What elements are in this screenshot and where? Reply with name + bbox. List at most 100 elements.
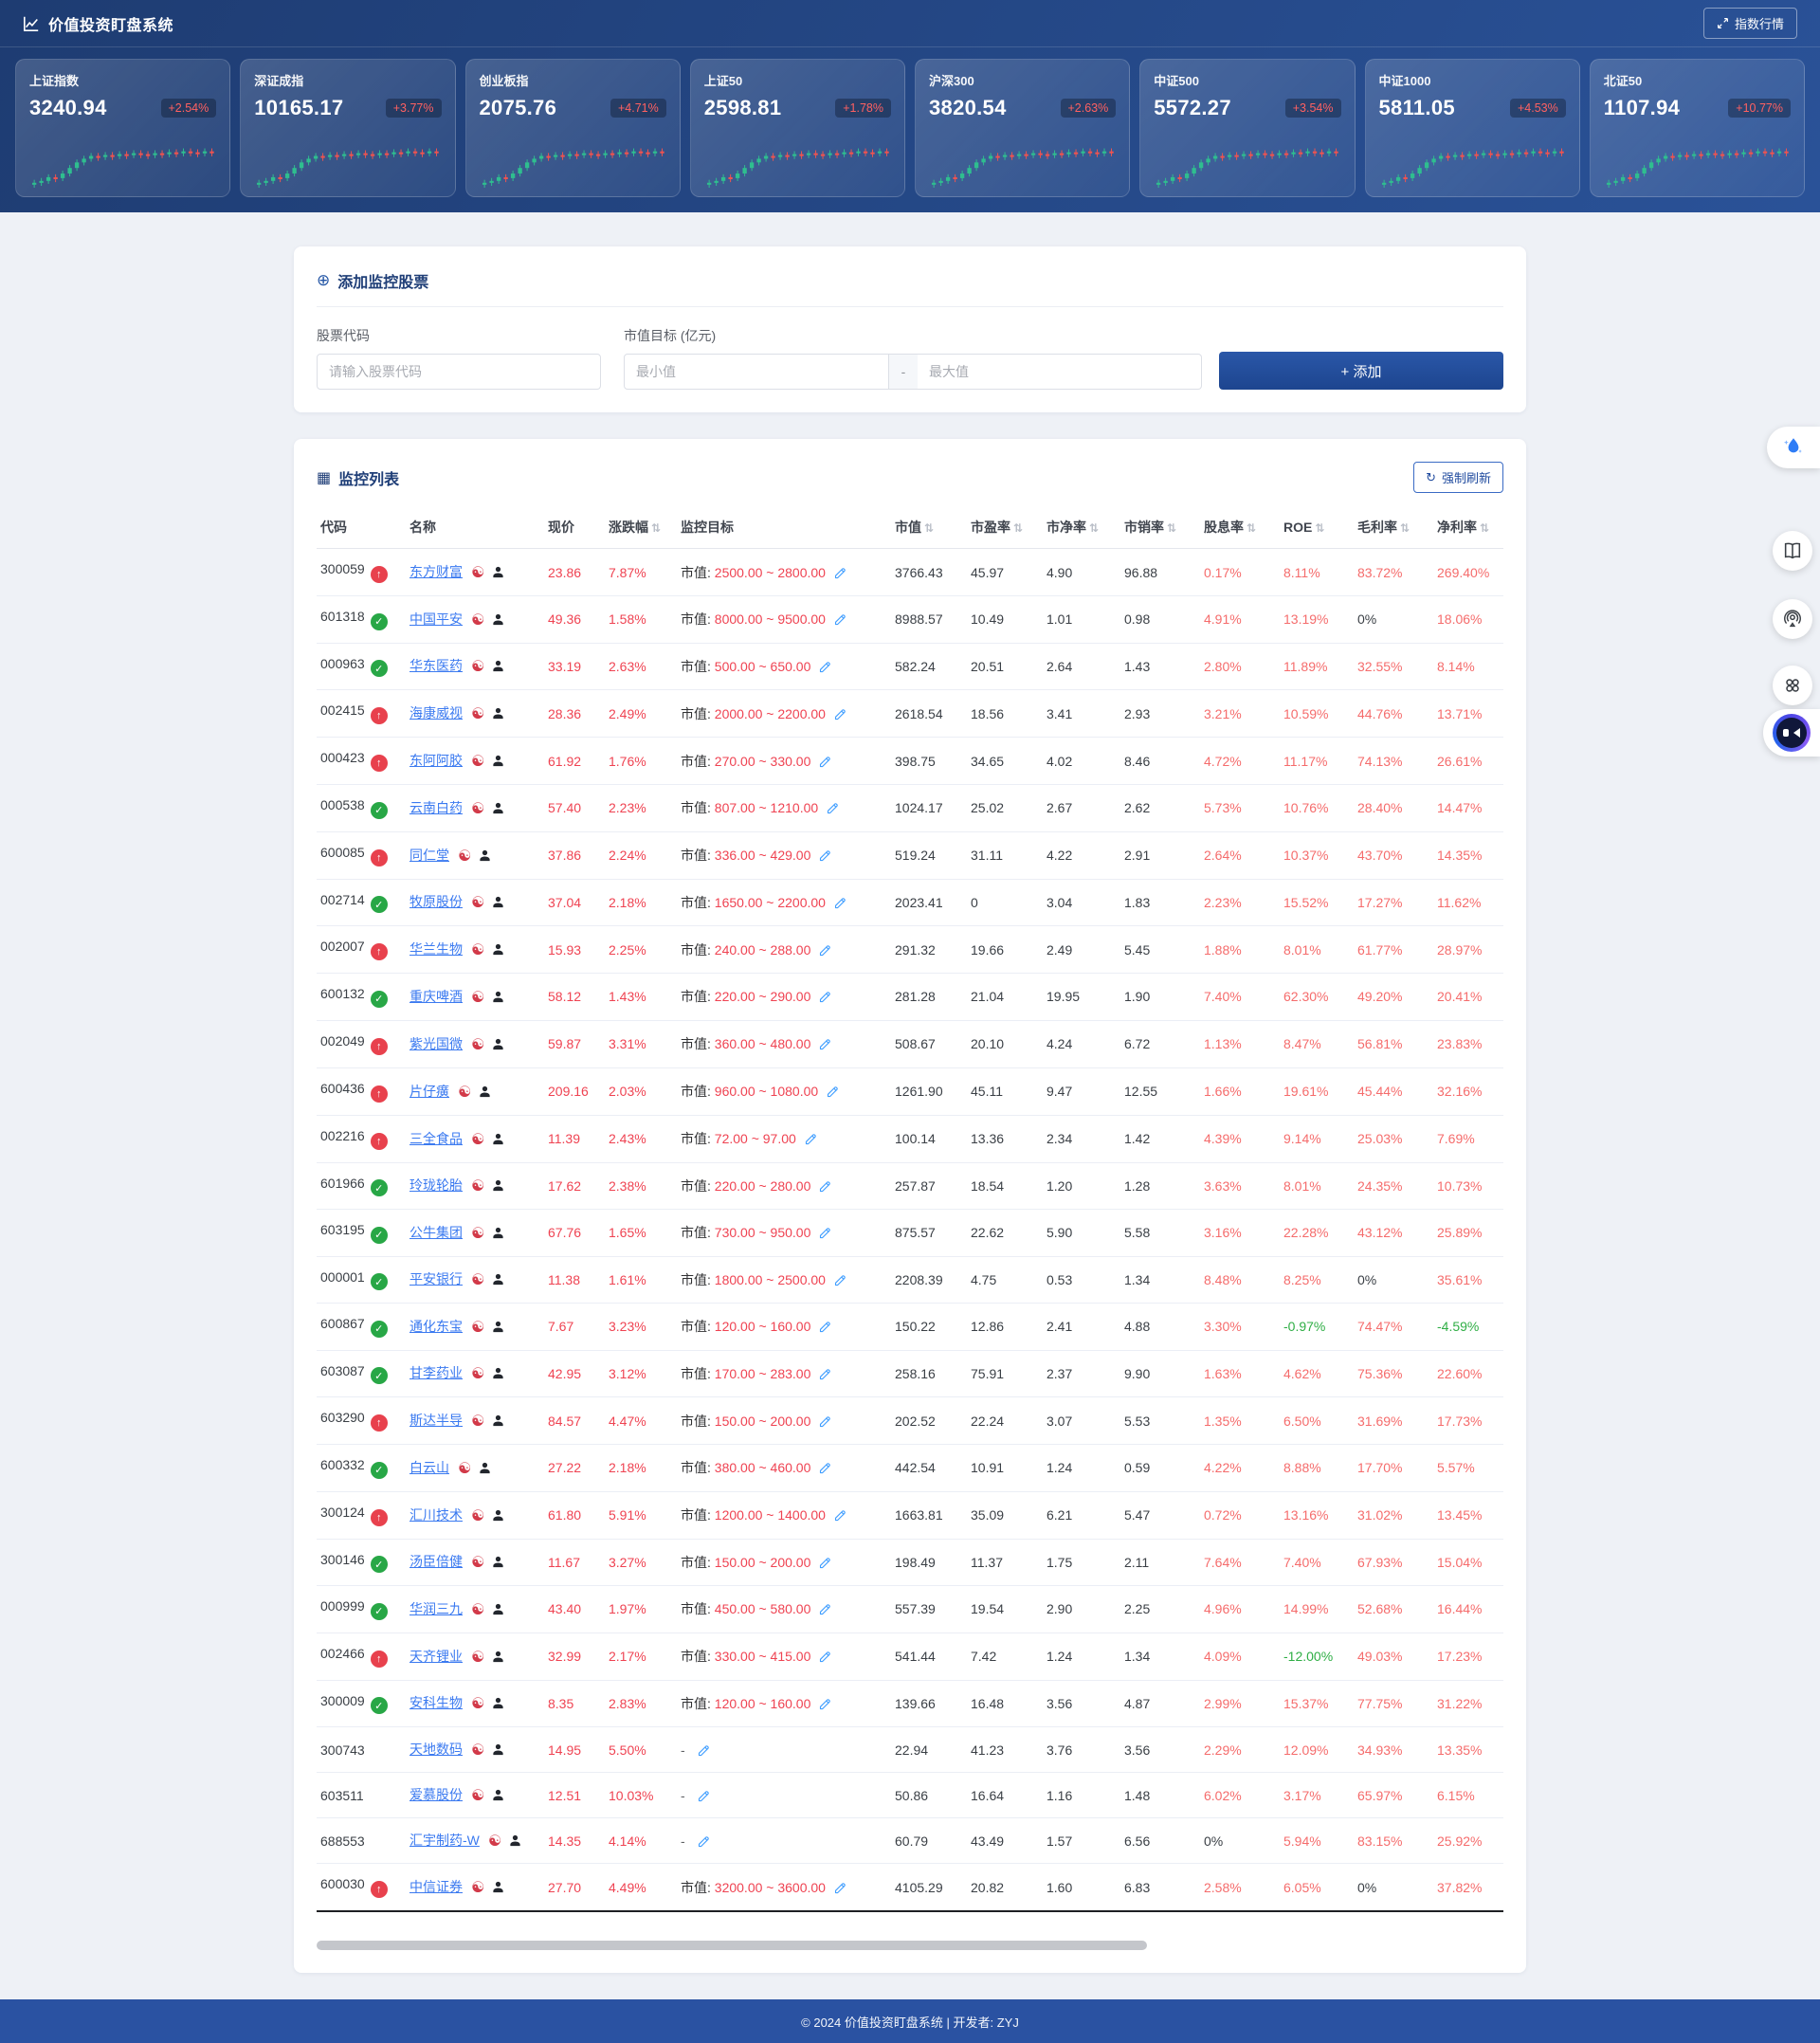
stock-link[interactable]: 汇川技术 [410,1507,463,1523]
stock-link[interactable]: 白云山 [410,1460,449,1475]
edit-target-icon[interactable] [818,1461,832,1475]
edit-target-icon[interactable] [818,660,832,674]
edit-target-icon[interactable] [818,1602,832,1616]
column-header-3[interactable]: 涨跌幅⇅ [605,506,677,549]
column-header-9[interactable]: 股息率⇅ [1200,506,1280,549]
edit-target-icon[interactable] [818,943,832,958]
edit-target-icon[interactable] [833,612,847,627]
edit-target-icon[interactable] [818,1556,832,1570]
stock-link[interactable]: 甘李药业 [410,1365,463,1380]
person-icon[interactable] [478,848,492,863]
sort-icon[interactable]: ⇅ [1480,521,1489,535]
index-quotes-button[interactable]: 指数行情 [1703,8,1797,39]
person-icon[interactable] [491,1650,505,1664]
yinyang-icon[interactable]: ☯ [471,1508,484,1524]
sort-icon[interactable]: ⇅ [1089,521,1099,535]
person-icon[interactable] [491,565,505,579]
edit-target-icon[interactable] [818,1697,832,1711]
yinyang-icon[interactable]: ☯ [471,1366,484,1382]
edit-target-icon[interactable] [833,1508,847,1523]
yinyang-icon[interactable]: ☯ [471,1414,484,1430]
stock-link[interactable]: 天齐锂业 [410,1649,463,1664]
edit-target-icon[interactable] [818,990,832,1004]
person-icon[interactable] [491,706,505,721]
person-icon[interactable] [491,1366,505,1380]
index-card-4[interactable]: 沪深300 3820.54 +2.63% [915,59,1130,197]
stock-link[interactable]: 汤臣倍健 [410,1554,463,1569]
person-icon[interactable] [491,1414,505,1428]
yinyang-icon[interactable]: ☯ [471,895,484,911]
index-card-5[interactable]: 中证500 5572.27 +3.54% [1139,59,1355,197]
yinyang-icon[interactable]: ☯ [471,1880,484,1896]
person-icon[interactable] [491,1742,505,1757]
person-icon[interactable] [491,895,505,909]
stock-link[interactable]: 华东医药 [410,658,463,673]
yinyang-icon[interactable]: ☯ [471,612,484,629]
person-icon[interactable] [491,801,505,815]
yinyang-icon[interactable]: ☯ [471,1788,484,1804]
person-icon[interactable] [508,1833,522,1848]
sort-icon[interactable]: ⇅ [924,521,934,535]
ai-robot-button[interactable] [1763,709,1820,757]
podcast-extension-button[interactable] [1773,599,1812,639]
stock-link[interactable]: 通化东宝 [410,1319,463,1334]
dictionary-extension-button[interactable] [1773,531,1812,571]
column-header-8[interactable]: 市销率⇅ [1120,506,1200,549]
person-icon[interactable] [491,1555,505,1569]
person-icon[interactable] [491,1602,505,1616]
stock-link[interactable]: 东方财富 [410,564,463,579]
person-icon[interactable] [491,1132,505,1146]
stock-link[interactable]: 公牛集团 [410,1225,463,1240]
edit-target-icon[interactable] [833,896,847,910]
sort-icon[interactable]: ⇅ [651,521,661,535]
index-card-6[interactable]: 中证1000 5811.05 +4.53% [1365,59,1580,197]
edit-target-icon[interactable] [818,1367,832,1381]
edit-target-icon[interactable] [818,1037,832,1051]
person-icon[interactable] [491,1880,505,1894]
yinyang-icon[interactable]: ☯ [471,1037,484,1053]
apps-extension-button[interactable] [1773,666,1812,705]
person-icon[interactable] [491,1037,505,1051]
person-icon[interactable] [491,1788,505,1802]
edit-target-icon[interactable] [818,1320,832,1334]
yinyang-icon[interactable]: ☯ [471,1602,484,1618]
target-max-input[interactable] [918,354,1202,390]
sort-icon[interactable]: ⇅ [1167,521,1176,535]
edit-target-icon[interactable] [697,1834,711,1849]
index-card-1[interactable]: 深证成指 10165.17 +3.77% [240,59,455,197]
sort-icon[interactable]: ⇅ [1400,521,1410,535]
yinyang-icon[interactable]: ☯ [471,801,484,817]
stock-link[interactable]: 中国平安 [410,611,463,627]
person-icon[interactable] [478,1085,492,1099]
column-header-5[interactable]: 市值⇅ [891,506,967,549]
ai-assistant-tab[interactable] [1767,427,1820,468]
edit-target-icon[interactable] [818,1226,832,1240]
yinyang-icon[interactable]: ☯ [471,659,484,675]
column-header-10[interactable]: ROE⇅ [1280,506,1354,549]
yinyang-icon[interactable]: ☯ [471,1650,484,1666]
index-card-0[interactable]: 上证指数 3240.94 +2.54% [15,59,230,197]
stock-link[interactable]: 牧原股份 [410,894,463,909]
force-refresh-button[interactable]: ↻ 强制刷新 [1413,462,1503,493]
yinyang-icon[interactable]: ☯ [471,565,484,581]
person-icon[interactable] [491,1696,505,1710]
stock-link[interactable]: 同仁堂 [410,848,449,863]
stock-link[interactable]: 斯达半导 [410,1413,463,1428]
person-icon[interactable] [491,612,505,627]
target-min-input[interactable] [624,354,889,390]
person-icon[interactable] [491,1272,505,1286]
stock-link[interactable]: 爱慕股份 [410,1787,463,1802]
yinyang-icon[interactable]: ☯ [458,1085,471,1101]
edit-target-icon[interactable] [833,707,847,721]
stock-link[interactable]: 汇宇制药-W [410,1833,480,1848]
edit-target-icon[interactable] [697,1743,711,1758]
stock-link[interactable]: 华兰生物 [410,941,463,957]
sort-icon[interactable]: ⇅ [1013,521,1023,535]
stock-link[interactable]: 安科生物 [410,1695,463,1710]
person-icon[interactable] [491,1178,505,1193]
add-stock-button[interactable]: + 添加 [1219,352,1503,390]
person-icon[interactable] [491,754,505,768]
stock-link[interactable]: 玲珑轮胎 [410,1177,463,1193]
person-icon[interactable] [491,990,505,1004]
sort-icon[interactable]: ⇅ [1315,521,1324,535]
